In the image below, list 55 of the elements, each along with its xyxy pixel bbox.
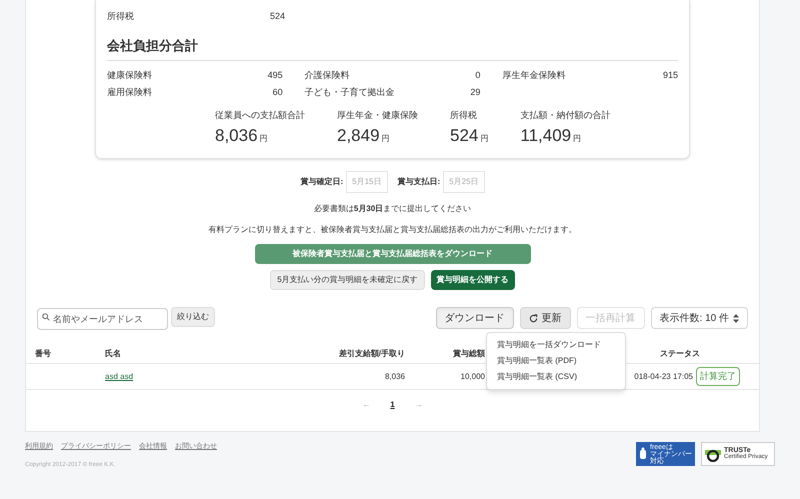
date-field: 5月15日 — [346, 171, 388, 193]
row-value: 60 — [272, 86, 283, 98]
table-cell-text: 018-04-23 17:05 — [634, 370, 694, 382]
page-size-select[interactable]: 表示件数: 10 件 — [650, 307, 748, 329]
toolbar-button[interactable]: ダウンロード — [436, 307, 514, 329]
search-field[interactable]: 名前やメールアドレス — [37, 308, 168, 330]
row-label: 介護保険料 — [304, 69, 350, 82]
menu-item[interactable]: 賞与明細を一括ダウンロード — [487, 337, 625, 353]
table-cell-text: 8,036 — [384, 370, 405, 382]
toolbar-button[interactable]: 更新 — [520, 307, 571, 329]
row-label: 雇用保険料 — [107, 86, 152, 98]
unit-label: 円 — [260, 132, 268, 144]
row-value: 524 — [270, 10, 285, 23]
total-label: 支払額・納付額の合計 — [520, 109, 610, 122]
total-label: 厚生年金・健康保険 — [337, 109, 418, 122]
column-header: 賞与総額 — [452, 348, 485, 360]
menu-item[interactable]: 賞与明細一覧表 (CSV) — [487, 369, 625, 385]
column-header: ステータス — [660, 348, 701, 360]
unit-label: 円 — [573, 132, 582, 144]
employee-link[interactable]: asd asd — [105, 370, 275, 382]
section-heading: 会社負担分合計 — [107, 36, 678, 61]
publish-button[interactable]: 賞与明細を公開する — [430, 270, 515, 290]
row-value: 495 — [268, 69, 283, 82]
total-value: 524 — [450, 124, 478, 146]
row-label: 所得税 — [107, 10, 134, 23]
refresh-icon — [528, 314, 538, 322]
table-cell-text: 10,000 — [460, 370, 485, 382]
total-value: 11,409 — [520, 124, 572, 146]
total-label: 従業員への支払額合計 — [215, 109, 305, 122]
row-value: 0 — [475, 69, 480, 82]
total-value: 2,849 — [337, 124, 380, 146]
date-label: 賞与確定日: — [300, 176, 344, 188]
total-label: 所得税 — [450, 109, 478, 122]
date-field: 5月25日 — [443, 171, 485, 193]
plan-note: 有料プランに切り替えますと、被保険者賞与支払届と賞与支払届総括表の出力がご利用いただけます。 — [208, 224, 576, 236]
total-value: 8,036 — [215, 124, 258, 146]
row-label: 子ども・子育て拠出金 — [304, 86, 395, 98]
row-value: 29 — [470, 86, 480, 98]
column-header: 差引支給額/手取り — [338, 348, 405, 360]
status-badge: 計算完了 — [696, 366, 740, 386]
filter-button[interactable]: 絞り込む — [171, 307, 215, 327]
page-link[interactable]: 1 — [390, 399, 395, 411]
deadline-notice: 必要書類は5月30日までに提出してください — [314, 203, 472, 215]
updown-icon — [733, 314, 739, 322]
date-label: 賞与支払日: — [398, 176, 440, 188]
column-header: 番号 — [35, 348, 52, 360]
revert-button[interactable]: 5月支払い分の賞与明細を未確定に戻す — [270, 270, 425, 290]
unit-label: 円 — [480, 132, 488, 144]
unit-label: 円 — [382, 132, 390, 144]
search-icon — [42, 313, 50, 321]
column-header: 氏名 — [105, 348, 122, 360]
menu-item[interactable]: 賞与明細一覧表 (PDF) — [487, 353, 625, 369]
row-label: 健康保険料 — [107, 69, 152, 82]
row-label: 厚生年金保険料 — [502, 69, 566, 82]
row-value: 915 — [662, 69, 678, 82]
